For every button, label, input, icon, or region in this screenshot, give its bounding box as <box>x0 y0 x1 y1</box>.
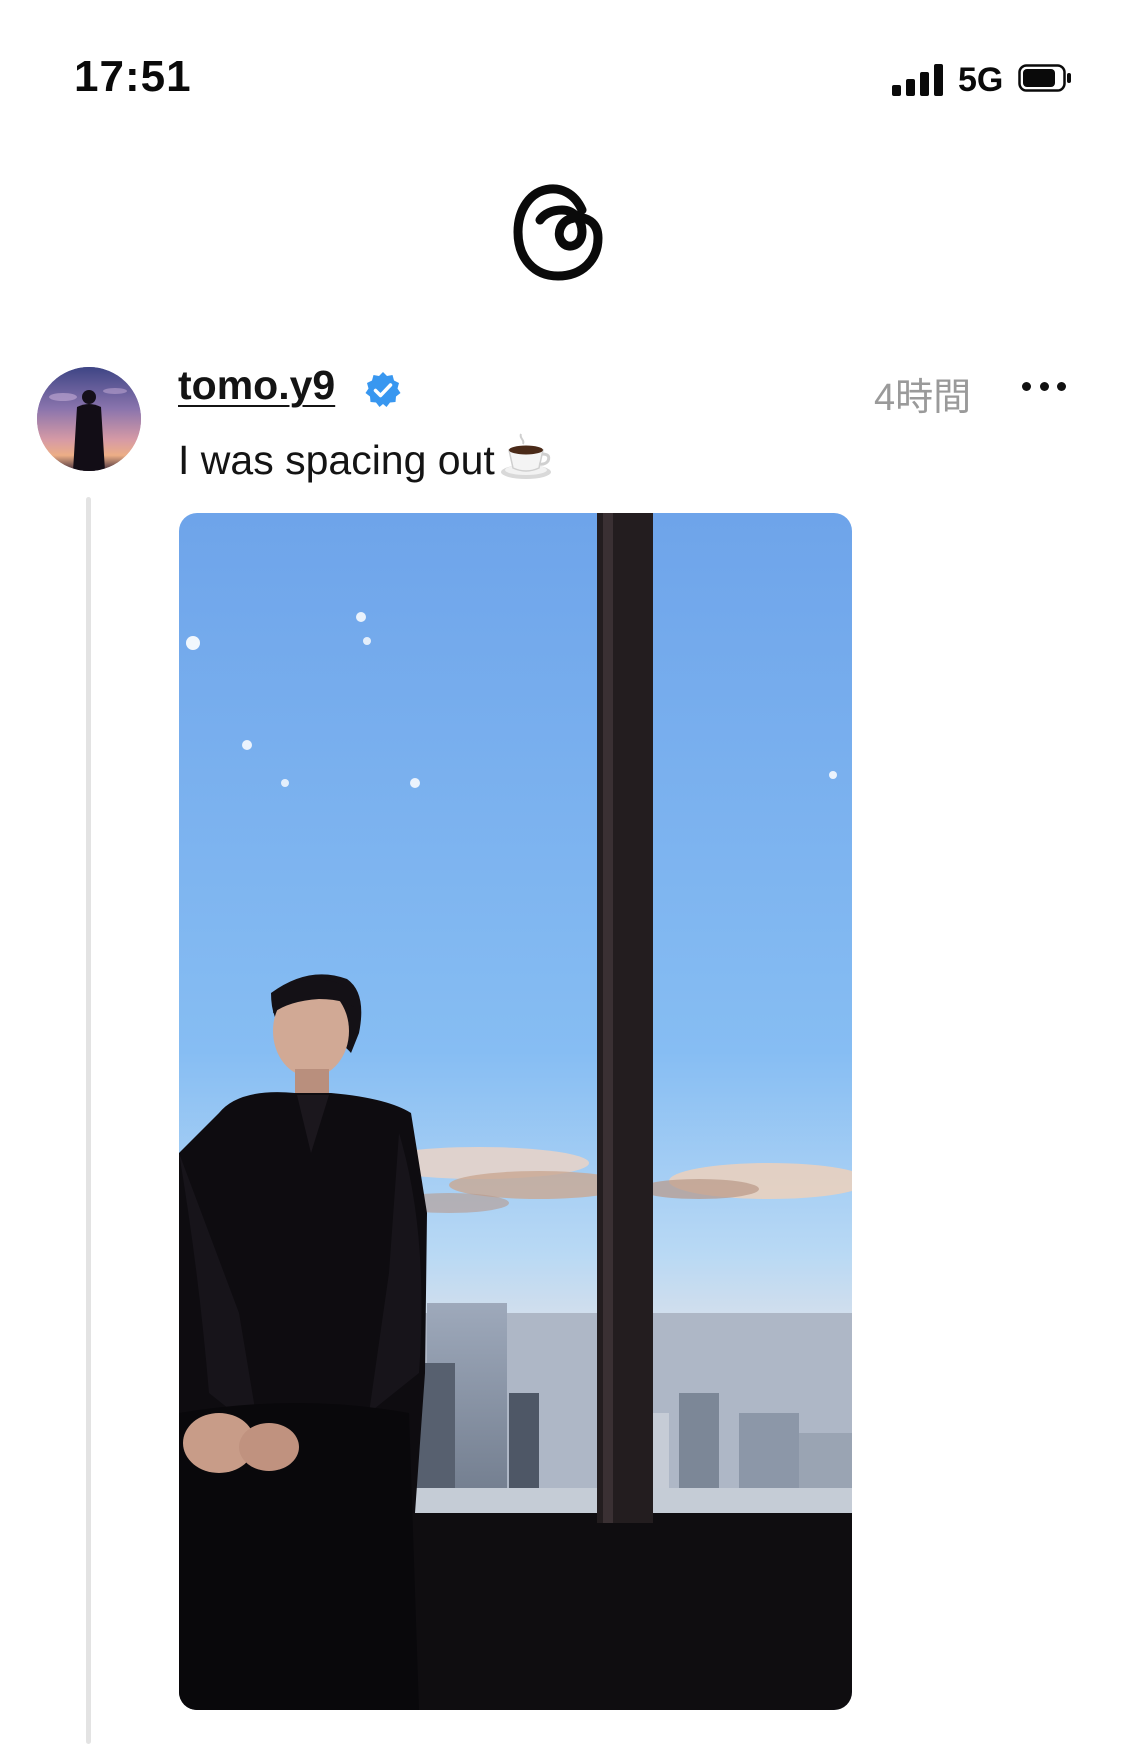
status-bar: 17:51 5G <box>0 0 1125 160</box>
coffee-cup-icon <box>500 433 551 479</box>
post-timestamp: 4時間 <box>874 377 972 419</box>
post-caption: I was spacing out <box>178 437 495 483</box>
threads-logo-icon[interactable] <box>512 180 604 284</box>
verified-badge-icon <box>365 372 401 407</box>
more-horizontal-icon <box>1022 381 1031 391</box>
cellular-signal-icon <box>892 64 944 96</box>
thread-line <box>86 497 91 1744</box>
more-options-button[interactable] <box>1022 374 1066 398</box>
post-text: I was spacing out <box>178 430 553 484</box>
battery-icon <box>1018 64 1071 92</box>
status-time: 17:51 <box>74 52 192 101</box>
avatar[interactable] <box>37 367 141 471</box>
network-type: 5G <box>958 61 1004 99</box>
username-link[interactable]: tomo.y9 <box>178 362 335 409</box>
post-image[interactable] <box>179 513 852 1710</box>
